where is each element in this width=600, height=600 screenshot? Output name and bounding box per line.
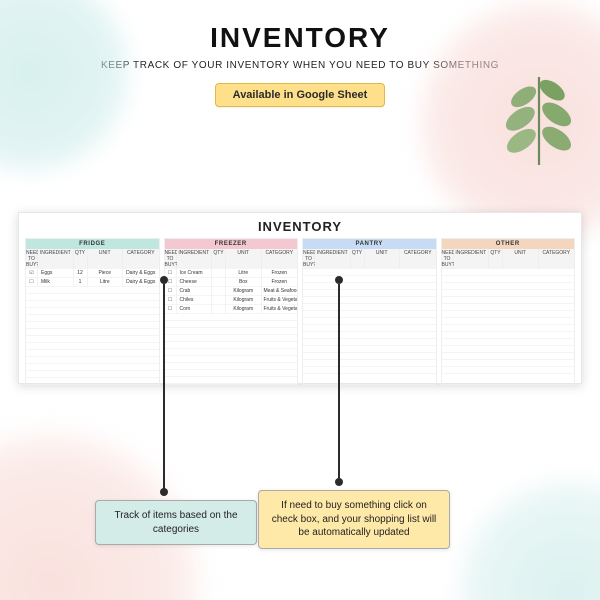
section-header: FREEZER: [165, 239, 298, 249]
category-cell: Fruits & Vegetables: [262, 296, 298, 305]
category-cell: Dairy & Eggs: [123, 278, 159, 287]
empty-rows: [442, 269, 575, 374]
column-header: UNIT: [365, 249, 401, 269]
qty-cell: [212, 287, 226, 296]
ingredient-cell: Crab: [177, 287, 213, 296]
column-header: INGREDIENT: [454, 249, 490, 269]
column-header: NEED TO BUY?: [165, 249, 177, 269]
ingredient-cell: Milk: [38, 278, 74, 287]
column-header: NEED TO BUY?: [303, 249, 315, 269]
callout-line: [338, 284, 340, 480]
section-header: PANTRY: [303, 239, 436, 249]
callout-dot: [160, 488, 168, 496]
qty-cell: [212, 269, 226, 278]
ingredient-cell: Ice Cream: [177, 269, 213, 278]
callout-dot: [335, 276, 343, 284]
column-headers: NEED TO BUY?INGREDIENTQTYUNITCATEGORY: [26, 249, 159, 269]
callout-categories: Track of items based on the categories: [95, 500, 257, 545]
callout-checkbox: If need to buy something click on check …: [258, 490, 450, 549]
column-header: NEED TO BUY?: [26, 249, 38, 269]
callout-line: [163, 284, 165, 490]
empty-rows: [26, 287, 159, 378]
unit-cell: Kilogram: [226, 305, 262, 314]
column-header: INGREDIENT: [38, 249, 74, 269]
empty-rows: [165, 314, 298, 384]
unit-cell: Box: [226, 278, 262, 287]
column-header: NEED TO BUY?: [442, 249, 454, 269]
column-header: UNIT: [503, 249, 539, 269]
watercolor-blob: [0, 0, 140, 182]
table-row: ☐CheeseBoxFrozen: [165, 278, 298, 287]
qty-cell: 1: [74, 278, 88, 287]
category-cell: Dairy & Eggs: [123, 269, 159, 278]
inventory-panel: INVENTORY FRIDGENEED TO BUY?INGREDIENTQT…: [18, 212, 582, 384]
column-header: UNIT: [226, 249, 262, 269]
column-header: CATEGORY: [123, 249, 159, 269]
empty-rows: [303, 269, 436, 374]
unit-cell: Piece: [88, 269, 124, 278]
qty-cell: 12: [74, 269, 88, 278]
section-pantry: PANTRYNEED TO BUY?INGREDIENTQTYUNITCATEG…: [302, 238, 437, 385]
need-to-buy-checkbox[interactable]: ☐: [165, 287, 177, 296]
column-headers: NEED TO BUY?INGREDIENTQTYUNITCATEGORY: [303, 249, 436, 269]
column-headers: NEED TO BUY?INGREDIENTQTYUNITCATEGORY: [442, 249, 575, 269]
need-to-buy-checkbox[interactable]: ☐: [26, 278, 38, 287]
table-row: ☐Corn KilogramFruits & Vegetables: [165, 305, 298, 314]
panel-title: INVENTORY: [19, 219, 581, 234]
section-other: OTHERNEED TO BUY?INGREDIENTQTYUNITCATEGO…: [441, 238, 576, 385]
ingredient-cell: Cheese: [177, 278, 213, 287]
callout-dot: [335, 478, 343, 486]
column-header: INGREDIENT: [177, 249, 213, 269]
ingredient-cell: Chiles: [177, 296, 213, 305]
category-cell: Frozen: [262, 278, 298, 287]
ingredient-cell: Corn: [177, 305, 213, 314]
category-cell: Meat & Seafood: [262, 287, 298, 296]
section-freezer: FREEZERNEED TO BUY?INGREDIENTQTYUNITCATE…: [164, 238, 299, 385]
table-row: ☐Ice CreamLitreFrozen: [165, 269, 298, 278]
unit-cell: Litre: [226, 269, 262, 278]
leaf-icon: [484, 66, 594, 176]
section-fridge: FRIDGENEED TO BUY?INGREDIENTQTYUNITCATEG…: [25, 238, 160, 385]
column-headers: NEED TO BUY?INGREDIENTQTYUNITCATEGORY: [165, 249, 298, 269]
qty-cell: [212, 278, 226, 287]
column-header: CATEGORY: [400, 249, 436, 269]
column-header: QTY: [351, 249, 365, 269]
unit-cell: Litre: [88, 278, 124, 287]
column-header: CATEGORY: [262, 249, 298, 269]
need-to-buy-checkbox[interactable]: ☐: [165, 296, 177, 305]
column-header: UNIT: [88, 249, 124, 269]
callout-dot: [160, 276, 168, 284]
category-cell: Frozen: [262, 269, 298, 278]
column-header: INGREDIENT: [315, 249, 351, 269]
section-header: OTHER: [442, 239, 575, 249]
qty-cell: [212, 296, 226, 305]
table-row: ☐Chiles KilogramFruits & Vegetables: [165, 296, 298, 305]
column-header: QTY: [212, 249, 226, 269]
need-to-buy-checkbox[interactable]: ☐: [165, 305, 177, 314]
need-to-buy-checkbox[interactable]: ☑: [26, 269, 38, 278]
column-header: QTY: [74, 249, 88, 269]
qty-cell: [212, 305, 226, 314]
table-row: ☐Crab KilogramMeat & Seafood: [165, 287, 298, 296]
watercolor-blob: [450, 472, 600, 600]
table-row: ☐Milk1LitreDairy & Eggs: [26, 278, 159, 287]
category-cell: Fruits & Vegetables: [262, 305, 298, 314]
ingredient-cell: Eggs: [38, 269, 74, 278]
section-header: FRIDGE: [26, 239, 159, 249]
unit-cell: Kilogram: [226, 287, 262, 296]
column-header: CATEGORY: [539, 249, 575, 269]
table-row: ☑Eggs12PieceDairy & Eggs: [26, 269, 159, 278]
column-header: QTY: [489, 249, 503, 269]
unit-cell: Kilogram: [226, 296, 262, 305]
